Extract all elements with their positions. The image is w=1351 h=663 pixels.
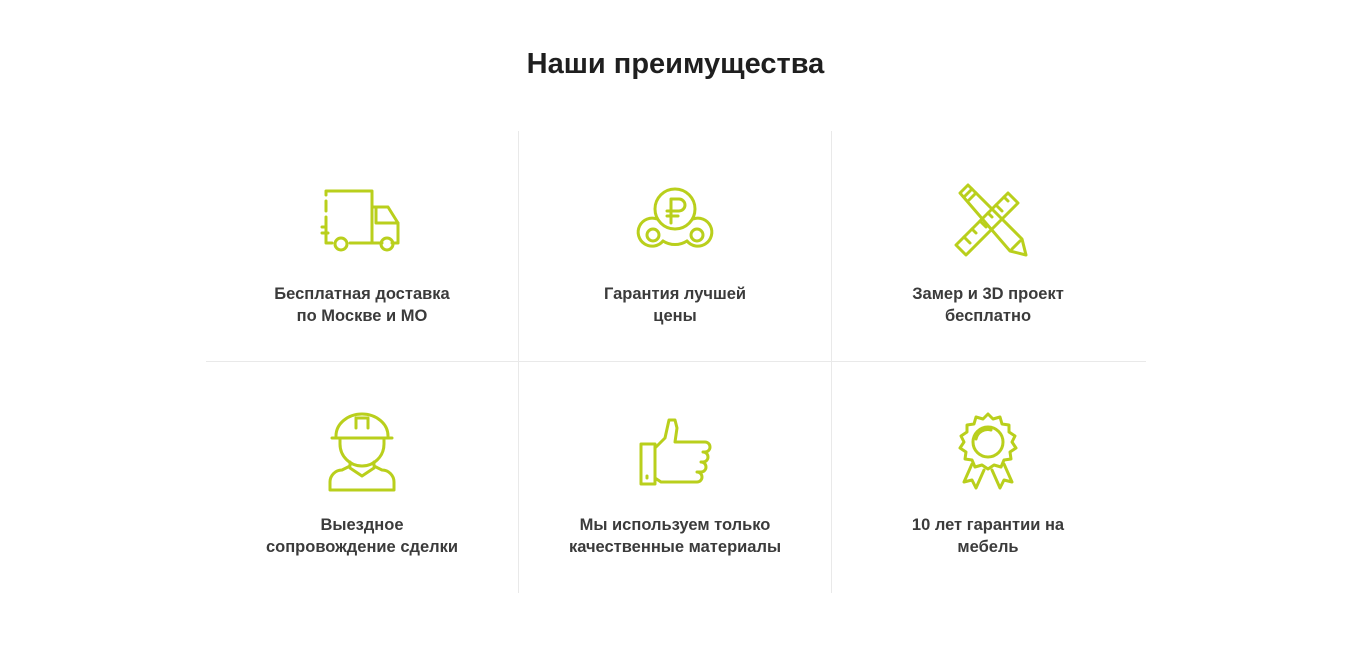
ruler-pencil-icon	[946, 179, 1030, 263]
feature-label-line2: сопровождение сделки	[265, 538, 459, 556]
feature-label: Замер и 3D проект бесплатно	[832, 283, 1144, 327]
feature-free-measure-3d: Замер и 3D проект бесплатно	[832, 131, 1144, 361]
feature-label-line1: Мы используем только	[579, 516, 771, 534]
section-title: Наши преимущества	[526, 48, 825, 80]
worker-helmet-icon	[320, 410, 404, 494]
delivery-truck-icon	[320, 179, 404, 263]
feature-label-line1: Выездное	[320, 516, 404, 534]
feature-best-price: Гарантия лучшей цены	[519, 131, 831, 361]
feature-on-site-support: Выездное сопровождение сделки	[206, 362, 518, 592]
feature-quality-materials: Мы используем только качественные матери…	[519, 362, 831, 592]
feature-label-line2: качественные материалы	[568, 538, 782, 556]
feature-label: Бесплатная доставка по Москве и МО	[206, 283, 518, 327]
feature-label: Мы используем только качественные матери…	[519, 514, 831, 558]
feature-label: Выездное сопровождение сделки	[206, 514, 518, 558]
feature-10-year-warranty: 10 лет гарантии на мебель	[832, 362, 1144, 592]
feature-free-delivery: Бесплатная доставка по Москве и МО	[206, 131, 518, 361]
feature-label: 10 лет гарантии на мебель	[832, 514, 1144, 558]
ruble-coins-icon	[633, 179, 717, 263]
feature-label-line1: 10 лет гарантии на	[911, 516, 1065, 534]
advantages-grid: Бесплатная доставка по Москве и МО Гаран…	[206, 131, 1146, 593]
feature-label: Гарантия лучшей цены	[519, 283, 831, 327]
feature-label-line2: цены	[653, 307, 697, 325]
feature-label-line2: бесплатно	[944, 307, 1032, 325]
feature-label-line1: Бесплатная доставка	[274, 285, 450, 303]
award-medal-icon	[946, 410, 1030, 494]
thumbs-up-icon	[633, 410, 717, 494]
feature-label-line1: Гарантия лучшей	[603, 285, 747, 303]
feature-label-line1: Замер и 3D проект	[912, 285, 1064, 303]
feature-label-line2: по Москве и МО	[296, 307, 428, 325]
feature-label-line2: мебель	[957, 538, 1019, 556]
